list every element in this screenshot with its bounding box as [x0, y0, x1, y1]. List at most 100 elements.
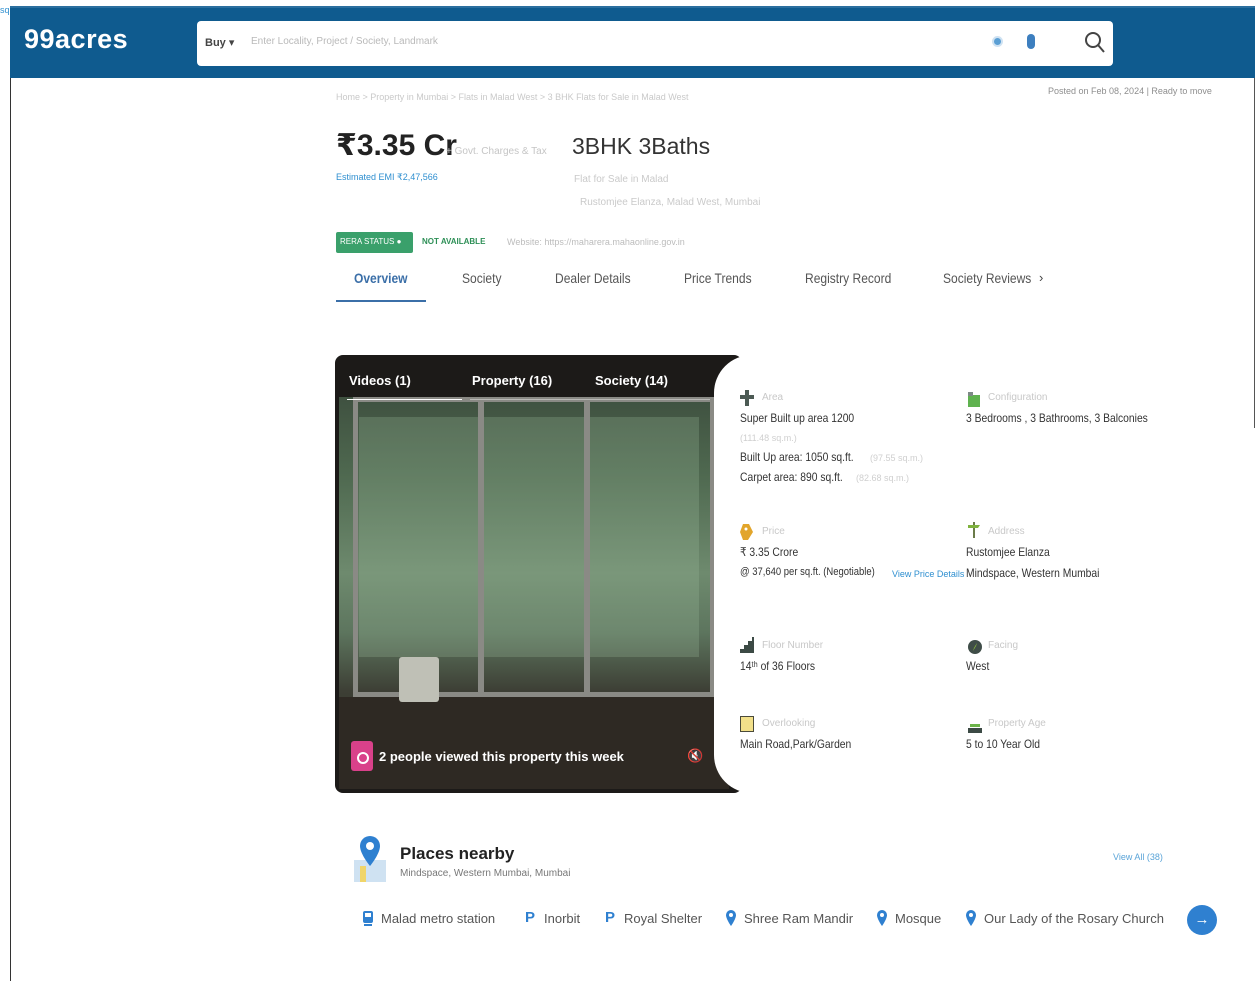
bucket: [399, 657, 439, 702]
places-nearby-title: Places nearby: [400, 844, 515, 863]
eye-icon: [351, 741, 373, 771]
buy-dropdown[interactable]: Buy ▾: [205, 36, 234, 49]
metro-icon: [363, 911, 373, 926]
media-tab-property[interactable]: Property (16): [472, 373, 552, 388]
place-chip[interactable]: Our Lady of the Rosary Church: [965, 910, 1164, 926]
configuration-label: Configuration: [988, 392, 1048, 403]
next-arrow-button[interactable]: →: [1187, 905, 1217, 935]
area-icon: [740, 390, 754, 406]
media-tab-society[interactable]: Society (14): [595, 373, 668, 388]
active-tab-indicator: [336, 300, 426, 302]
building-age-icon: [968, 724, 982, 733]
parking-icon: P: [525, 909, 536, 926]
arrow-right-icon: →: [1194, 911, 1210, 928]
property-photo[interactable]: [339, 397, 729, 789]
places-nearby-subtitle: Mindspace, Western Mumbai, Mumbai: [400, 868, 571, 879]
view-price-details-link[interactable]: View Price Details: [892, 569, 964, 579]
location-icon[interactable]: [992, 36, 1003, 47]
price-tag-icon: [740, 524, 753, 540]
place-label: Royal Shelter: [624, 910, 703, 926]
price-per-sqft: @ 37,640 per sq.ft. (Negotiable): [740, 566, 875, 578]
top-header: 99acres Buy ▾ Enter Locality, Project / …: [10, 6, 1255, 78]
mute-icon[interactable]: 🔇: [687, 748, 703, 764]
location-pin-icon: [966, 910, 976, 926]
search-icon[interactable]: [1083, 30, 1107, 56]
super-area-value: Super Built up area 1200: [740, 411, 855, 425]
tab-society-reviews[interactable]: Society Reviews: [943, 270, 1031, 286]
carpet-area-value: Carpet area: 890 sq.ft.: [740, 470, 843, 484]
rera-badge[interactable]: RERA STATUS ●: [336, 232, 413, 253]
built-area-sqm: (97.55 sq.m.): [870, 453, 924, 463]
media-gallery[interactable]: Videos (1) Property (16) Society (14) 2 …: [335, 355, 742, 793]
place-label: Mosque: [895, 910, 942, 926]
floor-label: Floor Number: [762, 640, 824, 651]
rera-website[interactable]: Website: https://maharera.mahaonline.gov…: [507, 237, 685, 247]
place-chip[interactable]: P Inorbit: [525, 910, 580, 926]
tab-registry-record[interactable]: Registry Record: [805, 270, 891, 286]
price-label: Price: [762, 526, 785, 537]
tab-society[interactable]: Society: [462, 270, 501, 286]
floor-stairs-icon: [740, 637, 754, 653]
facing-value: West: [966, 659, 990, 673]
chevron-right-icon[interactable]: ›: [1039, 270, 1043, 285]
window-frame: [353, 397, 483, 697]
place-label: Inorbit: [544, 910, 581, 926]
view-all-places-link[interactable]: View All (38): [1113, 852, 1163, 862]
place-chip[interactable]: P Royal Shelter: [605, 910, 702, 926]
tab-overview[interactable]: Overview: [354, 270, 408, 286]
search-bar[interactable]: Buy ▾ Enter Locality, Project / Society,…: [197, 21, 1113, 66]
emi-link[interactable]: Estimated EMI ₹2,47,566: [336, 172, 438, 183]
search-input[interactable]: Enter Locality, Project / Society, Landm…: [251, 36, 438, 47]
window-frame: [585, 397, 715, 697]
configuration-value: 3 Bedrooms , 3 Bathrooms, 3 Balconies: [966, 411, 1148, 425]
floor-value: 14ᵗʰ of 36 Floors: [740, 659, 816, 673]
price-value: ₹3.35 Cr: [336, 129, 457, 162]
overlooking-window-icon: [740, 716, 754, 732]
configuration-subtitle: Flat for Sale in Malad: [574, 174, 669, 185]
bed-icon: [968, 392, 980, 407]
project-address: Rustomjee Elanza, Malad West, Mumbai: [580, 197, 761, 208]
property-age-value: 5 to 10 Year Old: [966, 737, 1041, 751]
parking-icon: P: [605, 909, 616, 926]
address-signpost-icon: [968, 522, 980, 538]
super-area-sqm: (111.48 sq.m.): [740, 433, 797, 443]
built-area-value: Built Up area: 1050 sq.ft.: [740, 450, 854, 464]
window-frame: [479, 397, 589, 697]
rera-status: NOT AVAILABLE: [422, 237, 486, 246]
site-logo[interactable]: 99acres: [24, 24, 128, 55]
place-label: Shree Ram Mandir: [744, 910, 854, 926]
address-line2: Mindspace, Western Mumbai: [966, 566, 1100, 580]
place-chip[interactable]: Shree Ram Mandir: [725, 910, 853, 926]
media-tab-videos[interactable]: Videos (1): [349, 373, 411, 388]
media-tab-line: [347, 399, 462, 400]
property-age-label: Property Age: [988, 718, 1046, 729]
overlooking-label: Overlooking: [762, 718, 816, 729]
viewed-text: 2 people viewed this property this week: [379, 748, 624, 764]
location-pin-icon: [726, 910, 736, 926]
place-label: Malad metro station: [381, 910, 496, 926]
facing-label: Facing: [988, 640, 1019, 651]
place-label: Our Lady of the Rosary Church: [984, 910, 1164, 926]
location-pin-icon: [877, 910, 887, 926]
compass-icon: [968, 640, 982, 654]
configuration-title: 3BHK 3Baths: [572, 133, 711, 159]
place-chip[interactable]: Malad metro station: [362, 910, 495, 926]
price-subtext: + Govt. Charges & Tax: [446, 146, 547, 157]
rera-badge-label: RERA STATUS: [340, 237, 395, 246]
tab-dealer-details[interactable]: Dealer Details: [555, 270, 631, 286]
place-chip[interactable]: Mosque: [876, 910, 941, 926]
tab-price-trends[interactable]: Price Trends: [684, 270, 752, 286]
address-line1: Rustomjee Elanza: [966, 545, 1050, 559]
price-detail-value: ₹ 3.35 Crore: [740, 545, 799, 559]
viewed-banner: 2 people viewed this property this week: [351, 741, 624, 771]
overlooking-value: Main Road,Park/Garden: [740, 737, 852, 751]
microphone-icon[interactable]: [1027, 34, 1035, 49]
carpet-area-sqm: (82.68 sq.m.): [856, 473, 910, 483]
posted-date: Posted on Feb 08, 2024 | Ready to move: [1048, 86, 1212, 96]
media-tab-line: [470, 399, 710, 400]
address-label: Address: [988, 526, 1025, 537]
breadcrumb[interactable]: Home > Property in Mumbai > Flats in Mal…: [336, 92, 689, 102]
area-label: Area: [762, 392, 784, 403]
map-pin-icon: [354, 836, 386, 882]
page-border-left: [10, 78, 11, 981]
